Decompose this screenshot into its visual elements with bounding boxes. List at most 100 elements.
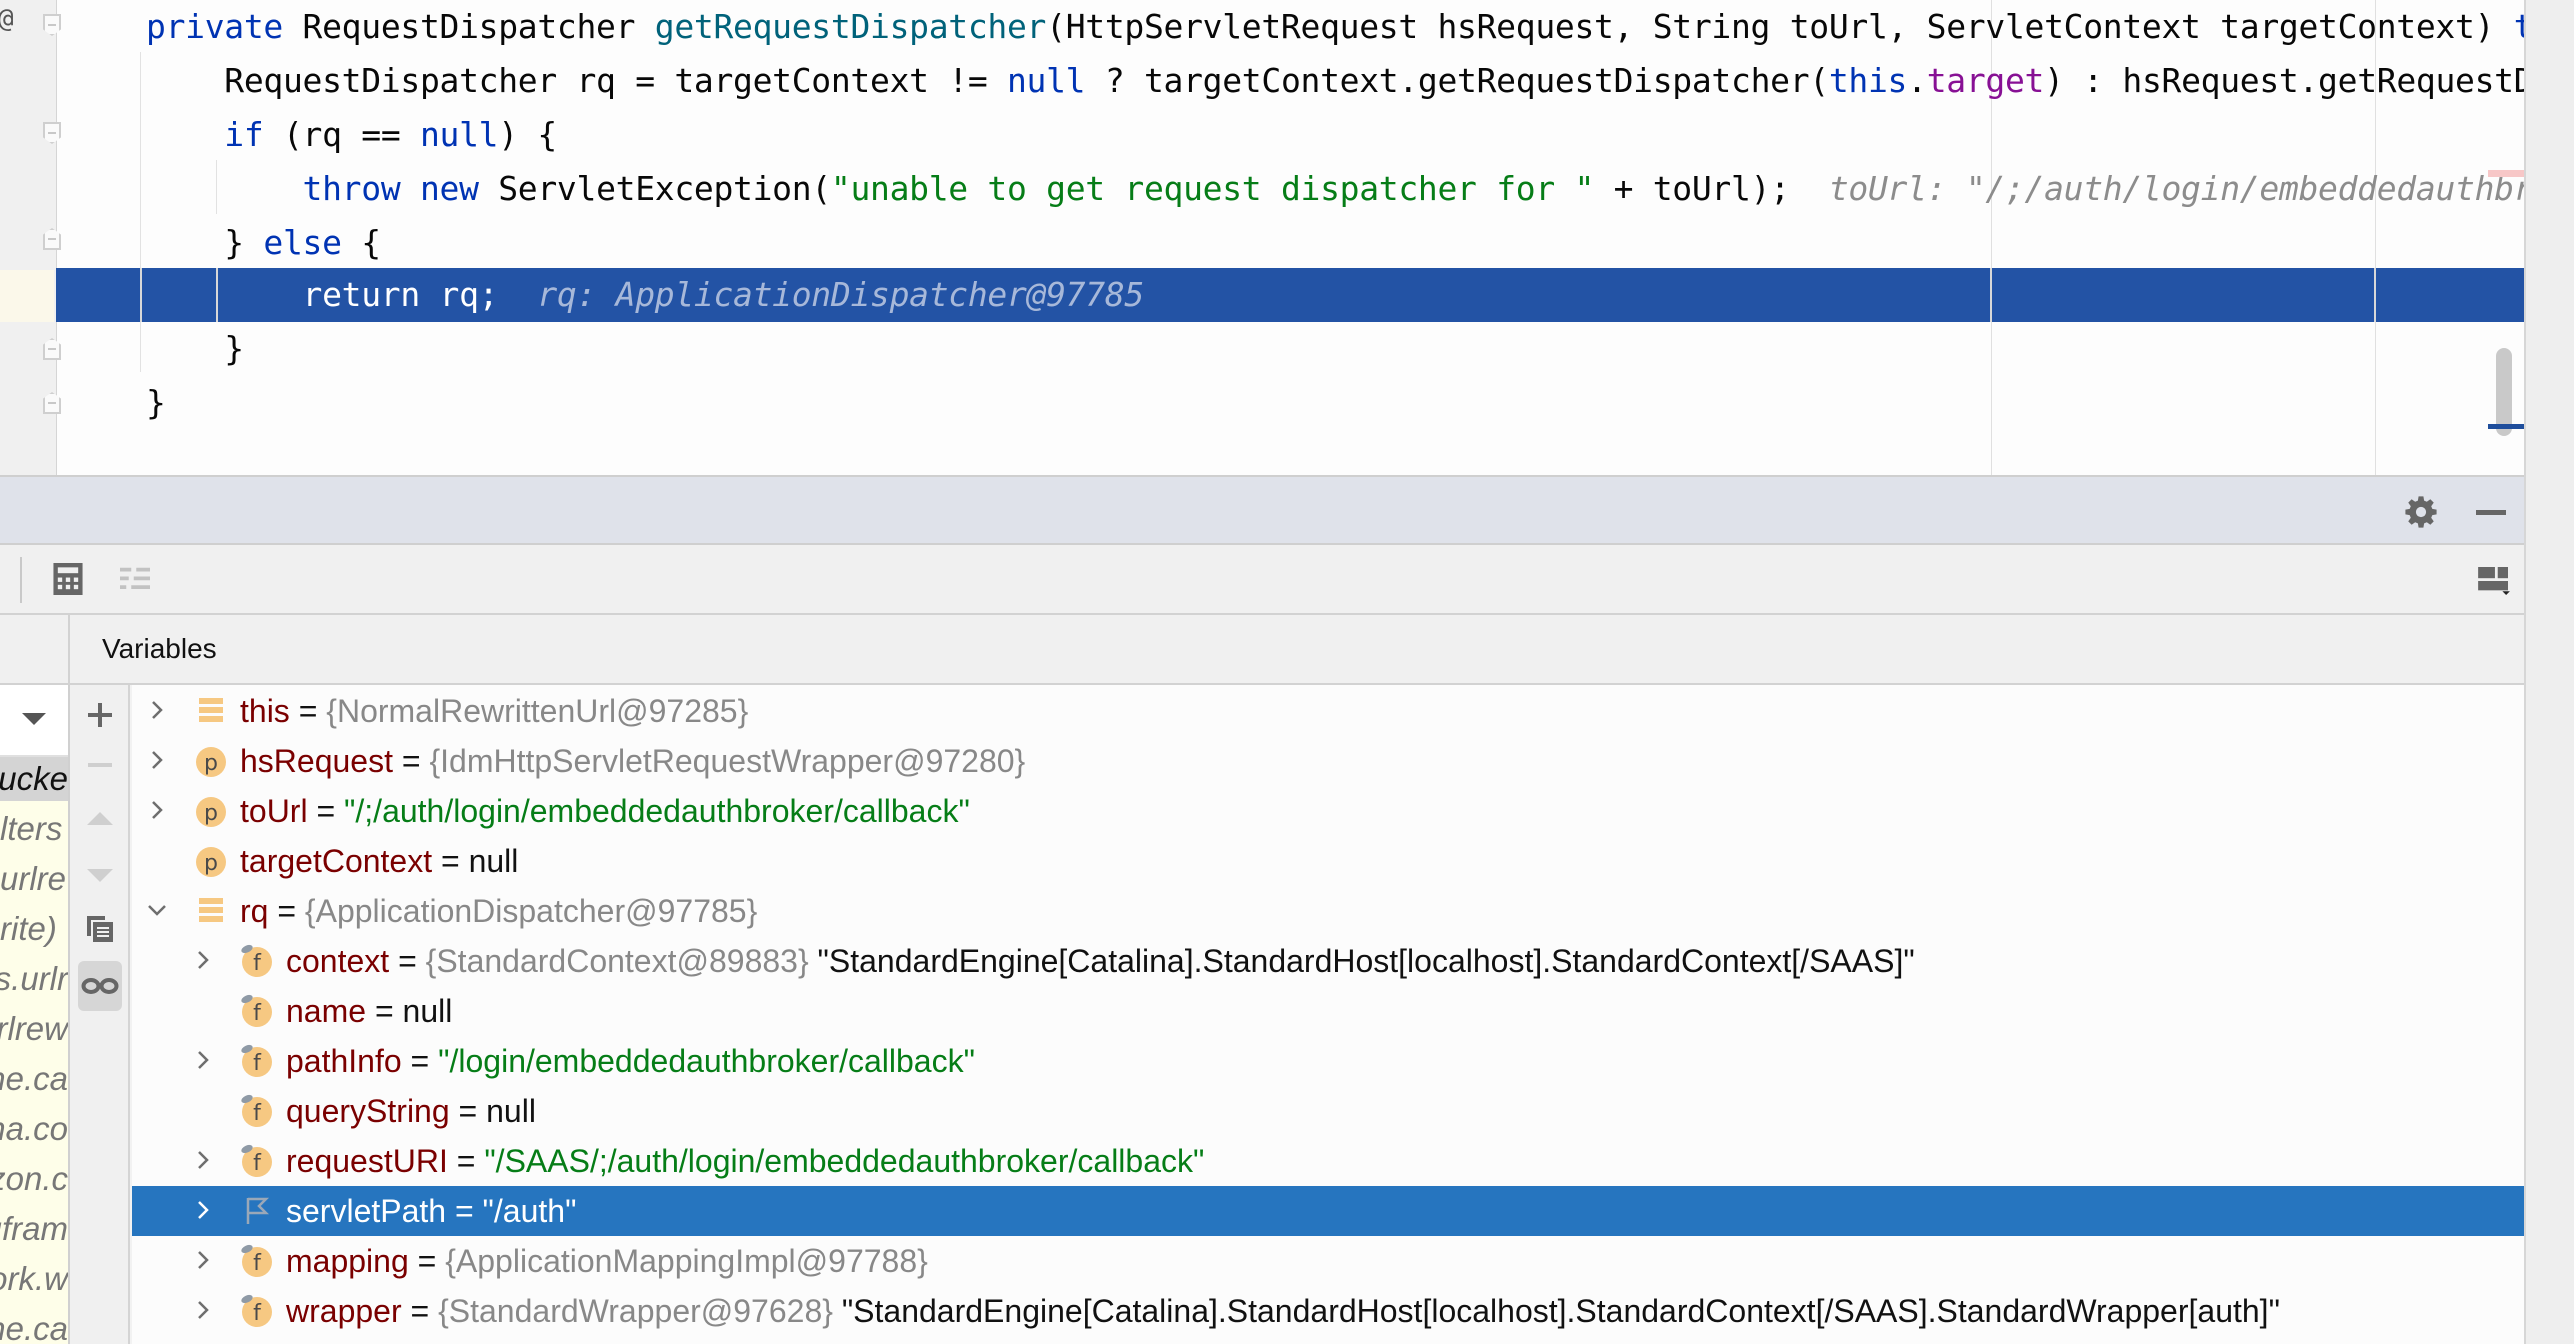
frame-item[interactable]: rlrew xyxy=(0,1007,68,1051)
error-stripe-marker[interactable] xyxy=(2488,170,2524,177)
field-icon: f xyxy=(241,1294,272,1327)
frames-panel[interactable]: ucke lters urlre rite) s.urlr rlrew he.ca na.co… xyxy=(0,685,70,1344)
frame-item[interactable]: he.ca xyxy=(0,1057,68,1101)
variables-header: Variables xyxy=(0,615,2524,685)
variable-value: "/login/embeddedauthbroker/callback" xyxy=(438,1043,975,1079)
toolbar-separator xyxy=(20,557,22,603)
frame-item[interactable]: lters xyxy=(0,807,68,851)
watches-toolbar xyxy=(70,685,130,1344)
duplicate-watch-icon xyxy=(87,916,113,942)
variable-row[interactable]: rq = {ApplicationDispatcher@97785} xyxy=(132,886,2524,936)
variable-row[interactable]: p toUrl = "/;/auth/login/embeddedauthbrok… xyxy=(132,786,2524,836)
variable-row[interactable]: f queryString = null xyxy=(132,1086,2524,1136)
frame-label: he.ca xyxy=(0,1310,68,1344)
variable-name: servletPath xyxy=(286,1193,447,1229)
minimize-icon[interactable] xyxy=(2476,510,2506,515)
variable-row[interactable]: f mapping = {ApplicationMappingImpl@97788… xyxy=(132,1236,2524,1286)
fold-marker-icon[interactable] xyxy=(43,392,61,414)
chevron-right-icon[interactable] xyxy=(146,799,168,821)
chevron-right-icon[interactable] xyxy=(192,1249,214,1271)
chevron-down-icon[interactable] xyxy=(22,713,46,725)
frame-item[interactable]: ucke xyxy=(0,757,68,801)
fold-marker-icon[interactable] xyxy=(43,122,61,144)
code-token: "unable to get request dispatcher for " xyxy=(830,169,1595,208)
variable-row[interactable]: f name = null xyxy=(132,986,2524,1036)
thread-selector[interactable] xyxy=(0,685,68,757)
chevron-right-icon[interactable] xyxy=(192,1299,214,1321)
fold-marker-icon[interactable] xyxy=(43,338,61,360)
gear-icon[interactable] xyxy=(2404,495,2438,529)
caret-stripe-marker[interactable] xyxy=(2488,424,2524,429)
variable-text: pathInfo = "/login/embeddedauthbroker/ca… xyxy=(286,1036,975,1086)
code-editor[interactable]: @ private RequestDispatcher getRequestDi… xyxy=(0,0,2524,475)
variable-text: mapping = {ApplicationMappingImpl@97788} xyxy=(286,1236,928,1286)
editor-gutter[interactable]: @ xyxy=(0,0,61,475)
frame-label: he.ca xyxy=(0,1060,68,1097)
move-up-button[interactable] xyxy=(78,797,122,841)
frame-item[interactable]: na.co xyxy=(0,1107,68,1151)
code-line[interactable]: } xyxy=(146,322,244,376)
execution-point-gutter xyxy=(0,270,54,322)
code-token: throw new xyxy=(302,169,499,208)
chevron-right-icon[interactable] xyxy=(192,1199,214,1221)
frame-item[interactable]: rite) xyxy=(0,907,68,951)
code-line[interactable]: RequestDispatcher rq = targetContext != … xyxy=(146,54,2524,108)
variable-value: null xyxy=(402,993,453,1029)
variable-stack-icon xyxy=(199,698,223,722)
frame-item[interactable]: zon.c xyxy=(0,1157,68,1201)
frame-item[interactable]: urlre xyxy=(0,857,68,901)
inline-debug-value: rq: ApplicationDispatcher@97785 xyxy=(537,275,1144,314)
chevron-down-icon[interactable] xyxy=(146,899,168,921)
code-token: (rq == xyxy=(263,115,420,154)
code-token: target xyxy=(1926,61,2045,100)
frame-item[interactable]: ork.w xyxy=(0,1257,68,1301)
editor-scrollbar[interactable] xyxy=(2496,348,2512,436)
variable-row[interactable]: f context = {StandardContext@89883} "Stan… xyxy=(132,936,2524,986)
variables-tree[interactable]: this = {NormalRewrittenUrl@97285} p hsRequ… xyxy=(132,685,2524,1344)
code-line[interactable]: if (rq == null) { xyxy=(146,108,557,162)
layout-options-icon[interactable] xyxy=(2478,567,2510,595)
variable-row[interactable]: p targetContext = null xyxy=(132,836,2524,886)
fold-marker-icon[interactable] xyxy=(43,228,61,250)
code-token: ) : hsRequest.getRequestDis xyxy=(2044,61,2524,100)
code-token: return rq; xyxy=(146,275,538,314)
frame-item[interactable]: ufram xyxy=(0,1207,68,1251)
chevron-right-icon[interactable] xyxy=(146,749,168,771)
evaluate-expression-icon[interactable] xyxy=(53,563,83,595)
variable-type: {ApplicationDispatcher@97785} xyxy=(304,893,758,929)
chevron-right-icon[interactable] xyxy=(192,1049,214,1071)
panel-divider[interactable] xyxy=(68,615,70,683)
svg-text:p: p xyxy=(204,801,218,826)
trace-stream-icon[interactable] xyxy=(120,563,150,595)
show-watches-button[interactable] xyxy=(78,961,122,1011)
override-marker-icon[interactable]: @ xyxy=(0,4,14,34)
chevron-right-icon[interactable] xyxy=(192,1149,214,1171)
variable-row[interactable]: servletPath = "/auth" xyxy=(132,1186,2524,1236)
frame-item[interactable]: he.ca xyxy=(0,1307,68,1344)
variable-name: context xyxy=(286,943,390,979)
code-line[interactable]: } else { xyxy=(146,216,381,270)
variable-row[interactable]: f wrapper = {StandardWrapper@97628} "Stan… xyxy=(132,1286,2524,1336)
variable-row[interactable]: f requestURI = "/SAAS/;/auth/login/embedd… xyxy=(132,1136,2524,1186)
move-up-icon xyxy=(87,812,113,825)
variable-text: rq = {ApplicationDispatcher@97785} xyxy=(240,886,757,936)
chevron-right-icon[interactable] xyxy=(146,699,168,721)
variable-row[interactable]: this = {NormalRewrittenUrl@97285} xyxy=(132,686,2524,736)
move-down-button[interactable] xyxy=(78,853,122,897)
code-line[interactable]: throw new ServletException("unable to ge… xyxy=(146,162,2524,216)
fold-marker-icon[interactable] xyxy=(43,14,61,36)
duplicate-watch-button[interactable] xyxy=(78,907,122,951)
add-watch-button[interactable] xyxy=(78,693,122,737)
variable-row[interactable]: p hsRequest = {IdmHttpServletRequestWrapp… xyxy=(132,736,2524,786)
frame-item[interactable]: s.urlr xyxy=(0,957,68,1001)
variable-text: toUrl = "/;/auth/login/embeddedauthbroke… xyxy=(240,786,970,836)
chevron-right-icon[interactable] xyxy=(192,949,214,971)
remove-watch-button[interactable] xyxy=(78,743,122,787)
equals-sign: = xyxy=(458,1093,478,1129)
variable-row[interactable]: f pathInfo = "/login/embeddedauthbroker/c… xyxy=(132,1036,2524,1086)
code-line[interactable]: } xyxy=(146,376,166,430)
code-line[interactable]: private RequestDispatcher getRequestDisp… xyxy=(146,0,2524,54)
code-line-current[interactable]: return rq; rq: ApplicationDispatcher@977… xyxy=(146,268,1145,322)
svg-text:p: p xyxy=(204,851,218,876)
